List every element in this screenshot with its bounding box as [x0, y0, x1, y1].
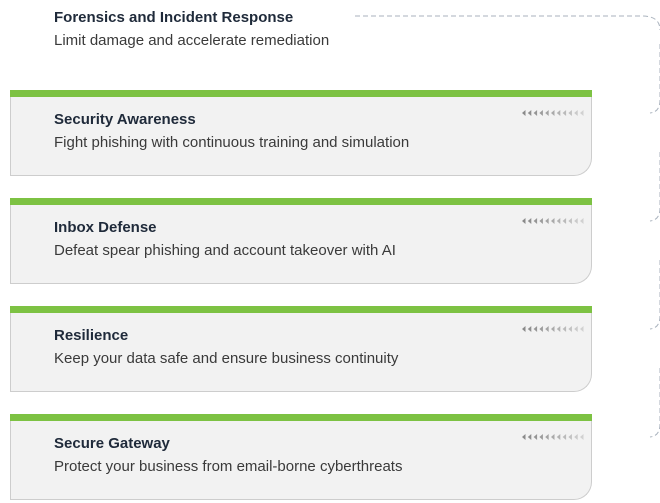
chevron-left-icon — [551, 326, 555, 332]
layer-card-security-awareness: Security Awareness Fight phishing with c… — [10, 90, 592, 176]
layer-title: Secure Gateway — [54, 435, 170, 452]
chevron-left-icon — [568, 326, 572, 332]
chevron-left-icon — [562, 110, 567, 116]
layer-text: Inbox Defense Defeat spear phishing and … — [54, 219, 396, 259]
connector-2 — [649, 152, 660, 222]
chevron-left-icon — [574, 110, 578, 116]
accent-bar — [10, 90, 592, 97]
chevron-left-icon — [539, 110, 543, 116]
chevron-left-icon — [556, 110, 561, 116]
chevron-left-icon — [574, 218, 578, 224]
layer-title: Inbox Defense — [54, 219, 157, 236]
layer-text: Secure Gateway Protect your business fro… — [54, 435, 402, 475]
chevron-left-icon — [522, 434, 584, 440]
chevron-left-icon — [580, 110, 584, 116]
chevron-left-icon — [556, 434, 561, 440]
chevron-left-icon — [545, 326, 549, 332]
chevron-left-icon — [545, 110, 549, 116]
chevron-left-icon — [522, 218, 584, 224]
connector-4 — [649, 368, 660, 438]
layer-description: Fight phishing with continuous training … — [54, 134, 410, 151]
chevron-left-icon — [574, 434, 578, 440]
chevron-left-icon — [568, 218, 572, 224]
chevron-left-icon — [556, 218, 561, 224]
top-layer-forensics: Forensics and Incident Response Limit da… — [54, 9, 329, 49]
chevron-left-icon — [522, 218, 526, 224]
chevron-left-icon — [522, 434, 526, 440]
chevron-left-icon — [574, 326, 578, 332]
layer-card-resilience: Resilience Keep your data safe and ensur… — [10, 306, 592, 392]
chevron-left-icon — [533, 326, 538, 332]
layer-title: Forensics and Incident Response — [54, 9, 294, 26]
chevron-left-icon — [545, 218, 549, 224]
connector-3 — [649, 260, 660, 330]
chevron-left-icon — [556, 326, 561, 332]
chevron-left-icon — [562, 434, 567, 440]
chevron-left-icon — [580, 218, 584, 224]
accent-bar — [10, 198, 592, 205]
chevron-left-icon — [527, 110, 532, 116]
chevron-left-icon — [580, 434, 584, 440]
chevron-left-icon — [545, 434, 549, 440]
connector-top — [355, 15, 660, 31]
layer-title: Resilience — [54, 327, 129, 344]
chevron-left-icon — [551, 218, 555, 224]
layer-card-secure-gateway: Secure Gateway Protect your business fro… — [10, 414, 592, 500]
chevron-left-icon — [527, 218, 532, 224]
chevron-left-icon — [562, 218, 567, 224]
chevron-left-icon — [539, 218, 543, 224]
layer-text: Resilience Keep your data safe and ensur… — [54, 327, 398, 367]
chevron-left-icon — [539, 326, 543, 332]
layer-text: Security Awareness Fight phishing with c… — [54, 111, 409, 151]
layer-card-inbox-defense: Inbox Defense Defeat spear phishing and … — [10, 198, 592, 284]
chevron-left-icon — [522, 110, 584, 116]
connector-1 — [649, 44, 660, 114]
chevron-left-icon — [522, 110, 526, 116]
chevron-left-icon — [580, 326, 584, 332]
layer-description: Defeat spear phishing and account takeov… — [54, 242, 396, 259]
accent-bar — [10, 414, 592, 421]
layer-description: Limit damage and accelerate remediation — [54, 32, 330, 49]
chevron-left-icon — [568, 434, 572, 440]
chevron-left-icon — [522, 326, 584, 332]
chevron-left-icon — [533, 218, 538, 224]
chevron-left-icon — [568, 110, 572, 116]
accent-bar — [10, 306, 592, 313]
chevron-left-icon — [562, 326, 567, 332]
chevron-left-icon — [539, 434, 543, 440]
layer-description: Keep your data safe and ensure business … — [54, 350, 399, 367]
chevron-left-icon — [527, 326, 532, 332]
layer-description: Protect your business from email-borne c… — [54, 458, 403, 475]
chevron-left-icon — [527, 434, 532, 440]
chevron-left-icon — [551, 434, 555, 440]
layer-title: Security Awareness — [54, 111, 196, 128]
chevron-left-icon — [533, 434, 538, 440]
chevron-left-icon — [533, 110, 538, 116]
chevron-left-icon — [551, 110, 555, 116]
chevron-left-icon — [522, 326, 526, 332]
